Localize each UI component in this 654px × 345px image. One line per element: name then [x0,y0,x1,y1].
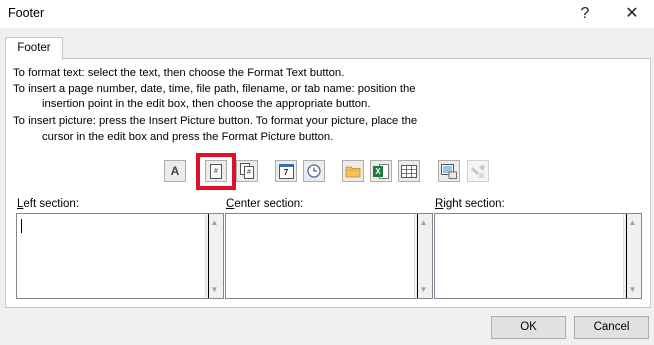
excel-file-icon: X [373,163,389,179]
instruction-line: cursor in the edit box and press the For… [42,131,334,143]
sheet-tab-icon [401,164,417,178]
scroll-down-icon[interactable]: ▼ [206,281,223,298]
clock-icon [307,164,321,178]
instruction-line: To format text: select the text, then ch… [13,67,345,79]
text-caret [21,219,22,233]
calendar-icon: 7 [278,163,294,179]
tab-footer[interactable]: Footer [5,37,63,60]
insert-file-path-button[interactable] [342,160,364,182]
scroll-up-icon[interactable]: ▲ [415,214,432,231]
right-section-label: Right section: [435,198,505,210]
close-button[interactable]: ✕ [610,0,654,28]
tab-strip: Footer [0,28,654,60]
insert-file-name-button[interactable]: X [370,160,392,182]
insert-picture-button[interactable] [438,160,460,182]
insert-date-button[interactable]: 7 [275,160,297,182]
help-button[interactable]: ? [563,0,607,28]
insert-sheet-name-button[interactable] [398,160,420,182]
instruction-line: To insert picture: press the Insert Pict… [13,115,418,127]
highlight-box [196,153,236,190]
scroll-down-icon[interactable]: ▼ [624,281,641,298]
vertical-scrollbar[interactable]: ▲ ▼ [414,214,432,298]
scroll-up-icon[interactable]: ▲ [624,214,641,231]
folder-icon [345,164,361,178]
center-section-label: Center section: [226,198,304,210]
right-section-editbox[interactable]: ▲ ▼ [434,213,642,299]
center-section-editbox[interactable]: ▲ ▼ [225,213,433,299]
title-bar: Footer ? ✕ [0,0,654,28]
scroll-down-icon[interactable]: ▼ [415,281,432,298]
picture-icon [441,163,457,179]
left-section-editbox[interactable]: ▲ ▼ [16,213,224,299]
insert-number-of-pages-button[interactable]: # [236,160,258,182]
ok-button[interactable]: OK [491,316,566,339]
format-text-icon: A [170,164,180,178]
number-of-pages-icon: # [240,163,254,179]
insert-time-button[interactable] [303,160,325,182]
format-picture-icon [470,164,486,179]
format-picture-button[interactable] [467,160,489,182]
format-text-button[interactable]: A [164,160,186,182]
instruction-line: insertion point in the edit box, then ch… [42,98,371,110]
instruction-line: To insert a page number, date, time, fil… [13,83,416,95]
vertical-scrollbar[interactable]: ▲ ▼ [623,214,641,298]
cancel-button[interactable]: Cancel [574,316,649,339]
left-section-label: Left section: [17,198,80,210]
vertical-scrollbar[interactable]: ▲ ▼ [205,214,223,298]
scroll-up-icon[interactable]: ▲ [206,214,223,231]
window-title: Footer [8,6,45,20]
